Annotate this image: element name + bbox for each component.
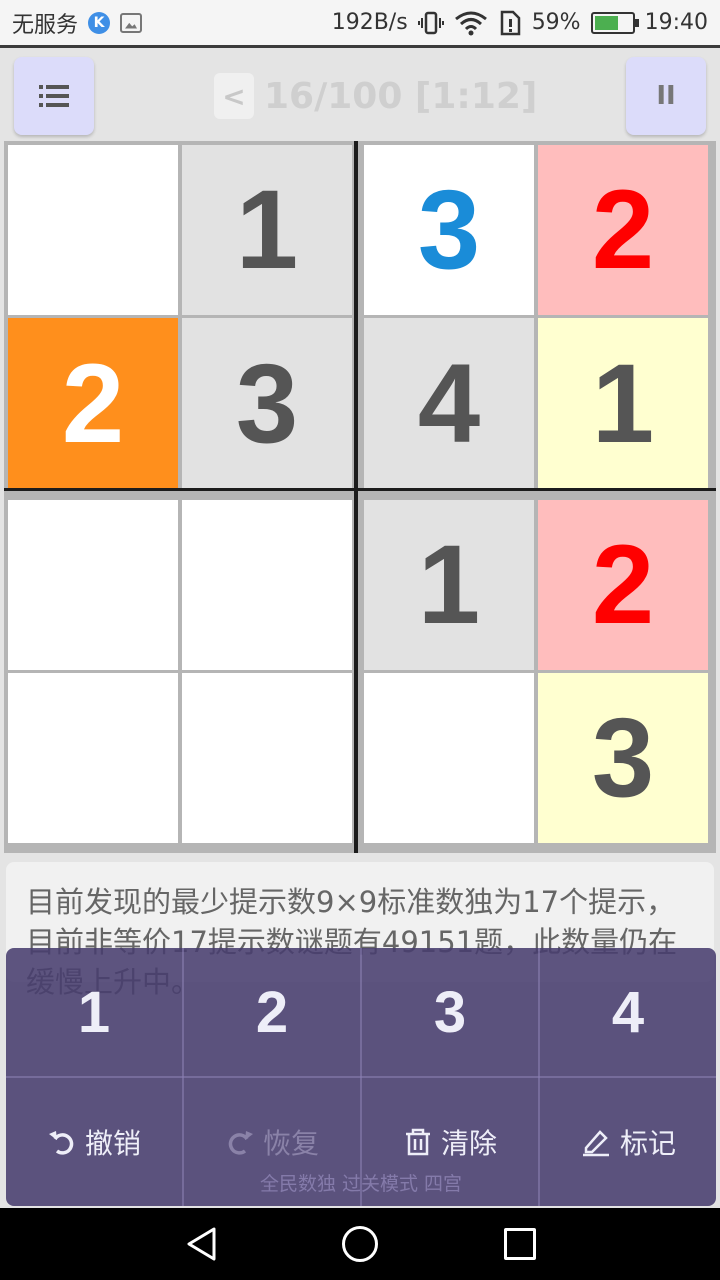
status-bar: 无服务 K 192B/s 59% 19:40 [0, 0, 720, 48]
clear-label: 清除 [440, 1127, 497, 1160]
number-key-3[interactable]: 3 [362, 948, 538, 1076]
battery-charging-icon [590, 11, 639, 34]
sim-alert-icon [500, 10, 520, 35]
level-progress-timer: 16/100 [1:12] [264, 75, 538, 117]
board-cell-r3-c4[interactable]: 2 [538, 500, 708, 670]
board-cell-r2-c2[interactable]: 3 [182, 318, 352, 489]
board-cell-r4-c1[interactable] [8, 673, 178, 843]
board-cell-r4-c3[interactable] [364, 673, 534, 843]
number-key-1[interactable]: 1 [6, 948, 182, 1076]
number-key-4[interactable]: 4 [540, 948, 716, 1076]
undo-label: 撤销 [84, 1127, 141, 1160]
box-divider-horizontal [4, 488, 716, 491]
menu-button[interactable] [14, 57, 94, 135]
back-triangle-icon[interactable] [184, 1226, 220, 1262]
game-header: < 16/100 [1:12] II [0, 55, 720, 140]
clock: 19:40 [644, 10, 708, 35]
carrier-text: 无服务 [12, 12, 79, 38]
home-circle-icon[interactable] [342, 1226, 378, 1262]
number-pad: 1 2 3 4 撤销 恢复 清除 标记 全民数独 过关模式 四宫 [6, 948, 716, 1206]
system-nav-bar [0, 1208, 720, 1280]
pencil-icon [582, 1130, 609, 1157]
trash-icon [405, 1128, 430, 1156]
redo-label: 恢复 [262, 1127, 319, 1160]
pause-button[interactable]: II [626, 57, 706, 135]
undo-icon [48, 1131, 74, 1155]
board-cell-r1-c3[interactable]: 3 [364, 145, 534, 315]
wifi-icon [454, 11, 487, 35]
gallery-icon [120, 12, 143, 33]
board-cell-r2-c3[interactable]: 4 [364, 318, 534, 489]
recent-apps-square-icon[interactable] [504, 1228, 536, 1260]
board-cell-r4-c2[interactable] [182, 673, 352, 843]
vibrate-icon [417, 11, 444, 34]
mark-label: 标记 [619, 1127, 676, 1160]
board-cell-r1-c1[interactable] [8, 145, 178, 315]
board-cell-r1-c4[interactable]: 2 [538, 145, 708, 315]
prev-level-button[interactable]: < [214, 73, 254, 119]
battery-percent: 59% [531, 10, 581, 35]
board-cell-r1-c2[interactable]: 1 [182, 145, 352, 315]
number-key-2[interactable]: 2 [184, 948, 360, 1076]
redo-icon [228, 1131, 253, 1155]
box-divider-vertical [354, 141, 358, 853]
board-cell-r2-c4[interactable]: 1 [538, 318, 708, 489]
list-icon [39, 85, 69, 107]
sudoku-board: 1322341123 [4, 141, 716, 853]
network-speed: 192B/s [331, 10, 408, 35]
board-cell-r3-c3[interactable]: 1 [364, 500, 534, 670]
board-cell-r3-c1[interactable] [8, 500, 178, 670]
k-app-icon: K [88, 11, 111, 34]
board-cell-r2-c1[interactable]: 2 [8, 318, 178, 489]
footer-caption: 全民数独 过关模式 四宫 [259, 1173, 463, 1195]
board-cell-r3-c2[interactable] [182, 500, 352, 670]
board-cell-r4-c4[interactable]: 3 [538, 673, 708, 843]
